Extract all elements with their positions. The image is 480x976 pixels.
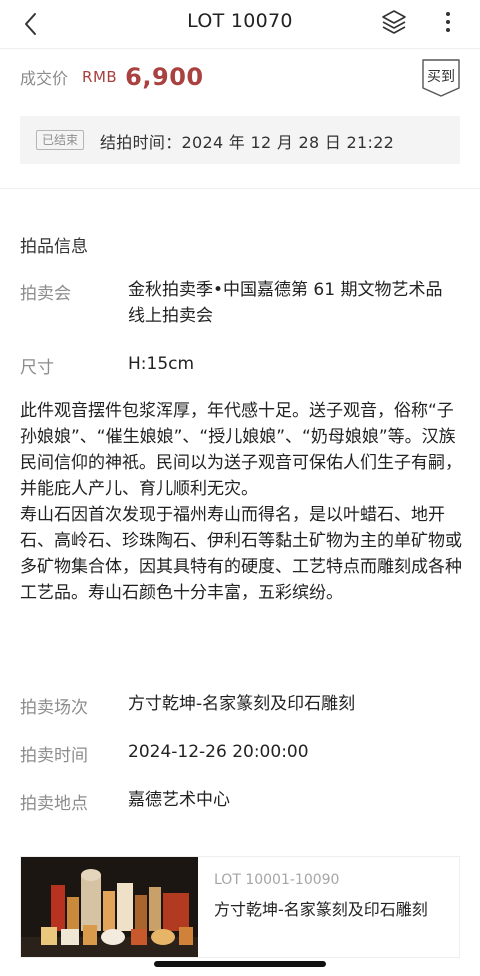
bought-badge-text: 买到 bbox=[427, 69, 455, 85]
price-value: 6,900 bbox=[125, 63, 204, 91]
description-paragraph: 此件观音摆件包浆浑厚，年代感十足。送子观音，俗称“子孙娘娘”、“催生娘娘”、“授… bbox=[20, 401, 462, 499]
auction-place-value: 嘉德艺术中心 bbox=[128, 790, 230, 810]
status-tag: 已结束 bbox=[36, 130, 85, 150]
bought-badge: 买到 bbox=[421, 58, 461, 98]
auction-place-label: 拍卖地点 bbox=[20, 794, 88, 814]
section-title: 拍品信息 bbox=[20, 237, 88, 257]
lot-description: 此件观音摆件包浆浑厚，年代感十足。送子观音，俗称“子孙娘娘”、“催生娘娘”、“授… bbox=[20, 398, 462, 606]
top-bar: LOT 10070 bbox=[0, 0, 480, 48]
home-indicator bbox=[154, 961, 326, 967]
auction-label: 拍卖会 bbox=[20, 284, 71, 304]
more-button[interactable] bbox=[438, 9, 458, 37]
session-card-title: 方寸乾坤-名家篆刻及印石雕刻 bbox=[214, 900, 428, 919]
session-thumbnail bbox=[21, 857, 198, 957]
auction-value: 金秋拍卖季•中国嘉德第 61 期文物艺术品线上拍卖会 bbox=[128, 280, 443, 326]
status-box: 已结束 结拍时间：2024 年 12 月 28 日 21:22 bbox=[20, 116, 460, 164]
page-title: LOT 10070 bbox=[187, 10, 293, 32]
session-card[interactable]: LOT 10001-10090 方寸乾坤-名家篆刻及印石雕刻 bbox=[20, 856, 460, 958]
price-currency: RMB bbox=[82, 68, 118, 86]
layers-icon bbox=[382, 10, 406, 34]
price-label: 成交价 bbox=[20, 69, 69, 88]
size-value: H:15cm bbox=[128, 354, 195, 374]
auction-time-label: 拍卖时间 bbox=[20, 746, 88, 766]
section-divider bbox=[0, 188, 480, 189]
description-paragraph: 寿山石因首次发现于福州寿山而得名，是以叶蜡石、地开石、高岭石、珍珠陶石、伊利石等… bbox=[20, 505, 462, 603]
session-value: 方寸乾坤-名家篆刻及印石雕刻 bbox=[128, 694, 356, 714]
layers-button[interactable] bbox=[380, 8, 408, 36]
session-lot-range: LOT 10001-10090 bbox=[214, 872, 340, 888]
end-time-text: 结拍时间：2024 年 12 月 28 日 21:22 bbox=[100, 133, 395, 152]
header-divider bbox=[0, 48, 480, 49]
size-label: 尺寸 bbox=[20, 358, 54, 378]
session-label: 拍卖场次 bbox=[20, 698, 88, 718]
auction-time-value: 2024-12-26 20:00:00 bbox=[128, 742, 309, 762]
more-vertical-icon bbox=[446, 12, 450, 32]
price-row: 成交价 RMB 6,900 bbox=[20, 60, 204, 94]
